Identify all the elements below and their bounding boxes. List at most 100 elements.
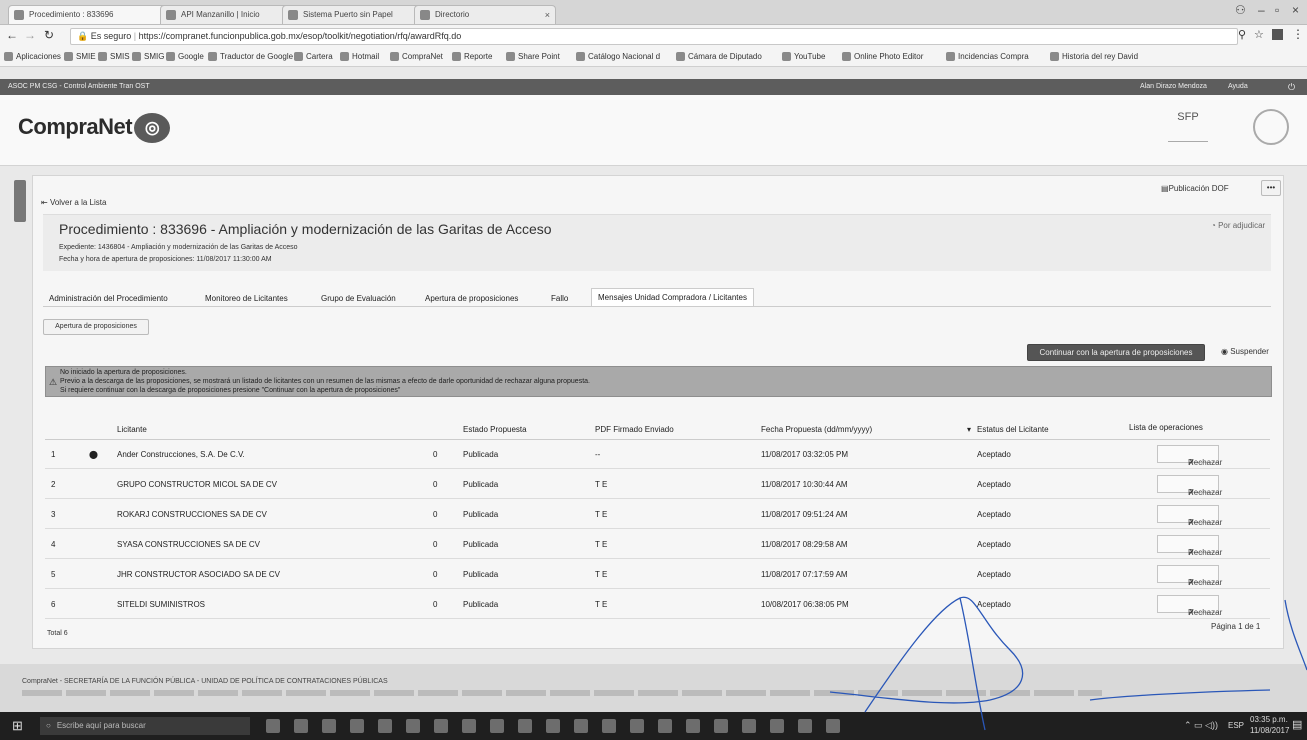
close-icon[interactable]: × (545, 6, 550, 24)
taskbar-app-icon[interactable] (434, 719, 448, 733)
bookmark-item[interactable]: Cámara de Diputado (676, 50, 762, 63)
row-count: 0 (433, 450, 438, 459)
tab-grupo-evaluacion[interactable]: Grupo de Evaluación (321, 294, 396, 303)
column-header[interactable]: Fecha Propuesta (dd/mm/yyyy) (761, 425, 872, 434)
taskbar-app-icon[interactable] (602, 719, 616, 733)
reject-label: Rechazar (1188, 458, 1223, 467)
bookmark-item[interactable]: Hotmail (340, 50, 379, 63)
taskbar-app-icon[interactable] (294, 719, 308, 733)
sort-icon[interactable]: ▾ (967, 425, 971, 434)
browser-tab[interactable]: Procedimiento : 833696× (8, 5, 180, 24)
bookmark-item[interactable]: Traductor de Google (208, 50, 293, 63)
user-menu[interactable]: Alan Dirazo Mendoza (1140, 79, 1207, 95)
reject-button[interactable]: ✗ Rechazar (1157, 445, 1222, 467)
side-panel-handle[interactable] (14, 180, 26, 222)
taskbar-app-icon[interactable] (322, 719, 336, 733)
bookmark-item[interactable]: SMIG (132, 50, 164, 63)
power-icon[interactable]: ⏻ (1288, 79, 1295, 95)
proposal-date: 11/08/2017 10:30:44 AM (761, 480, 848, 489)
reject-button[interactable]: ✗ Rechazar (1157, 505, 1222, 527)
tab-favicon-icon (14, 10, 24, 20)
taskbar-app-icon[interactable] (630, 719, 644, 733)
taskbar-app-icon[interactable] (462, 719, 476, 733)
publication-dof-link[interactable]: ▤Publicación DOF (1161, 184, 1229, 193)
bidder-name[interactable]: GRUPO CONSTRUCTOR MICOL SA DE CV (117, 480, 277, 489)
maximize-icon[interactable]: ▫ (1275, 3, 1279, 17)
tab-administracion[interactable]: Administración del Procedimiento (49, 294, 168, 303)
bookmark-item[interactable]: Online Photo Editor (842, 50, 923, 63)
bookmark-item[interactable]: SMIS (98, 50, 130, 63)
extension-icon[interactable] (1272, 29, 1283, 40)
close-window-icon[interactable]: × (1292, 3, 1299, 17)
reject-button[interactable]: ✗ Rechazar (1157, 535, 1222, 557)
menu-icon[interactable]: ⋮ (1292, 27, 1304, 41)
taskbar-app-icon[interactable] (490, 719, 504, 733)
reject-button[interactable]: ✗ Rechazar (1157, 475, 1222, 497)
reject-button[interactable]: ✗ Rechazar (1157, 565, 1222, 587)
subtab-apertura[interactable]: Apertura de proposiciones (43, 319, 149, 335)
taskbar-app-icon[interactable] (686, 719, 700, 733)
row-count: 0 (433, 480, 438, 489)
browser-tab[interactable]: API Manzanillo | Inicio× (160, 5, 302, 24)
tab-fallo[interactable]: Fallo (551, 294, 568, 303)
tab-mensajes[interactable]: Mensajes Unidad Compradora / Licitantes (591, 288, 754, 306)
column-header[interactable]: Estado Propuesta (463, 425, 527, 434)
bidder-name[interactable]: ROKARJ CONSTRUCCIONES SA DE CV (117, 510, 267, 519)
minimize-icon[interactable]: – (1258, 3, 1265, 17)
bookmark-item[interactable]: Reporte (452, 50, 492, 63)
tab-apertura[interactable]: Apertura de proposiciones (425, 294, 518, 303)
continue-opening-button[interactable]: Continuar con la apertura de proposicion… (1027, 344, 1205, 361)
browser-tab[interactable]: Sistema Puerto sin Papel× (282, 5, 434, 24)
help-link[interactable]: Ayuda (1228, 79, 1248, 95)
column-header[interactable]: Estatus del Licitante (977, 425, 1049, 434)
bookmark-item[interactable]: YouTube (782, 50, 825, 63)
taskbar-app-icon[interactable] (742, 719, 756, 733)
taskbar-app-icon[interactable] (350, 719, 364, 733)
taskbar-app-icon[interactable] (546, 719, 560, 733)
tab-favicon-icon (288, 10, 298, 20)
bidder-name[interactable]: JHR CONSTRUCTOR ASOCIADO SA DE CV (117, 570, 280, 579)
bookmark-item[interactable]: Incidencias Compra (946, 50, 1029, 63)
tab-monitoreo[interactable]: Monitoreo de Licitantes (205, 294, 288, 303)
bookmark-item[interactable]: Share Point (506, 50, 560, 63)
bookmark-item[interactable]: Historia del rey David (1050, 50, 1138, 63)
bookmark-item[interactable]: Google (166, 50, 204, 63)
tab-label: Directorio (435, 10, 470, 19)
taskbar-app-icon[interactable] (658, 719, 672, 733)
bidder-name[interactable]: SITELDI SUMINISTROS (117, 600, 205, 609)
bidder-status: Aceptado (977, 510, 1011, 519)
bookmark-item[interactable]: Catálogo Nacional d (576, 50, 660, 63)
suspend-button[interactable]: ◉ Suspender (1221, 347, 1269, 356)
taskbar-app-icon[interactable] (574, 719, 588, 733)
bidder-name[interactable]: Ander Construcciones, S.A. De C.V. (117, 450, 245, 459)
notice-line: Previo a la descarga de las proposicione… (60, 378, 590, 385)
suspend-label: Suspender (1230, 347, 1269, 356)
bookmark-item[interactable]: SMIE (64, 50, 96, 63)
taskbar-app-icon[interactable] (406, 719, 420, 733)
taskbar-app-icon[interactable] (518, 719, 532, 733)
taskbar-search[interactable]: ○ Escribe aquí para buscar (40, 717, 250, 735)
column-header[interactable]: Licitante (117, 425, 147, 434)
zoom-icon[interactable]: ⚲ (1238, 28, 1246, 41)
bookmark-item[interactable]: Cartera (294, 50, 333, 63)
back-to-list-link[interactable]: ⇤ Volver a la Lista (41, 198, 106, 207)
windows-start-icon[interactable]: ⊞ (12, 718, 23, 734)
taskbar-app-icon[interactable] (714, 719, 728, 733)
bidder-name[interactable]: SYASA CONSTRUCCIONES SA DE CV (117, 540, 260, 549)
more-button[interactable]: ••• (1261, 180, 1281, 196)
star-icon[interactable]: ☆ (1254, 28, 1264, 41)
back-icon[interactable]: ← (6, 28, 18, 42)
forward-icon[interactable]: → (24, 28, 36, 42)
account-icon[interactable]: ⚇ (1235, 3, 1246, 17)
opening-date-label: Fecha y hora de apertura de proposicione… (59, 256, 272, 263)
browser-tab[interactable]: Directorio × (414, 5, 556, 24)
column-header[interactable]: PDF Firmado Enviado (595, 425, 674, 434)
compranet-logo[interactable]: CompraNet ◎ (18, 113, 171, 143)
bookmark-item[interactable]: Aplicaciones (4, 50, 61, 63)
reload-icon[interactable]: ↻ (44, 28, 54, 42)
bookmark-item[interactable]: CompraNet (390, 50, 443, 63)
url-field[interactable]: 🔒 Es seguro | https://compranet.funcionp… (70, 28, 1238, 45)
taskbar-app-icon[interactable] (266, 719, 280, 733)
taskbar-app-icon[interactable] (378, 719, 392, 733)
pdf-signed: T E (595, 570, 608, 579)
